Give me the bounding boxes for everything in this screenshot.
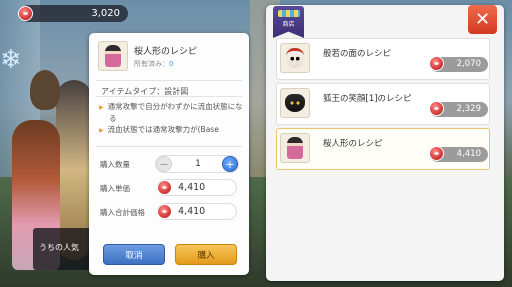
- currency-amount: 3,020: [91, 8, 120, 19]
- owned-label: 所有済み：: [134, 60, 169, 68]
- total-price-value: 4,410: [178, 206, 206, 217]
- item-price: 2,070: [429, 56, 488, 72]
- item-price: 4,410: [429, 146, 488, 162]
- item-price-value: 2,329: [456, 104, 481, 114]
- coin-icon: [157, 204, 172, 219]
- currency-bar: 3,020: [18, 5, 128, 22]
- total-price-label: 購入合計価格: [100, 208, 145, 217]
- close-button[interactable]: ✕: [468, 5, 497, 34]
- character-hat: [30, 70, 60, 110]
- item-description: ▶ 通常攻撃で自分がわずかに流血状態になる ▶ 流血状態では通常攻撃力が(Base: [99, 101, 243, 136]
- unit-price-field: 4,410: [157, 179, 237, 196]
- description-line: ▶ 通常攻撃で自分がわずかに流血状態になる: [99, 102, 243, 123]
- unit-price-value: 4,410: [178, 182, 206, 193]
- hannya-mask-icon: [280, 43, 310, 73]
- shop-badge-label: 商店: [282, 21, 295, 28]
- buy-button[interactable]: 購入: [175, 244, 237, 265]
- item-price-value: 4,410: [456, 149, 481, 159]
- quantity-value[interactable]: 1: [186, 159, 210, 169]
- item-name: 般若の面のレシピ: [323, 49, 392, 59]
- total-price-field: 4,410: [157, 203, 237, 220]
- unit-price-label: 購入単価: [100, 184, 130, 193]
- snowflake-icon: ❄: [0, 45, 22, 75]
- sakura-doll-icon: [280, 133, 310, 163]
- divider: [96, 96, 242, 97]
- description-line: ▶ 流血状態では通常攻撃力が(Base: [99, 125, 219, 134]
- fox-mask-icon: [280, 88, 310, 118]
- item-detail-panel: 桜人形のレシピ 所有済み：0 アイテムタイプ：設計図 ▶ 通常攻撃で自分がわずかに…: [89, 33, 249, 275]
- divider: [96, 146, 242, 147]
- detail-title: 桜人形のレシピ: [134, 47, 198, 57]
- sakura-doll-icon: [98, 41, 128, 71]
- coin-icon: [429, 101, 444, 116]
- cancel-button[interactable]: 取消: [103, 244, 165, 265]
- item-name: 桜人形のレシピ: [323, 139, 383, 149]
- increase-button[interactable]: +: [222, 156, 238, 172]
- divider: [96, 80, 242, 81]
- item-price-value: 2,070: [456, 59, 481, 69]
- coin-icon: [18, 6, 33, 21]
- coin-icon: [429, 56, 444, 71]
- chat-box[interactable]: うちの人気: [33, 228, 93, 270]
- coin-icon: [157, 180, 172, 195]
- quantity-stepper: − 1 +: [155, 155, 239, 173]
- coin-icon: [429, 146, 444, 161]
- decrease-button[interactable]: −: [156, 156, 172, 172]
- shop-item-hannya[interactable]: 般若の面のレシピ 2,070: [276, 38, 490, 80]
- shop-item-sakura-doll[interactable]: 桜人形のレシピ 4,410: [276, 128, 490, 170]
- owned-count: 所有済み：0: [134, 59, 173, 69]
- chat-text: うちの人気: [39, 243, 79, 252]
- item-price: 2,329: [429, 101, 488, 117]
- owned-value: 0: [169, 60, 174, 68]
- quantity-label: 購入数量: [100, 160, 130, 169]
- shop-item-fox[interactable]: 狐王の笑顔[1]のレシピ 2,329: [276, 83, 490, 125]
- detail-header: 桜人形のレシピ 所有済み：0: [98, 41, 246, 71]
- item-name: 狐王の笑顔[1]のレシピ: [323, 94, 412, 104]
